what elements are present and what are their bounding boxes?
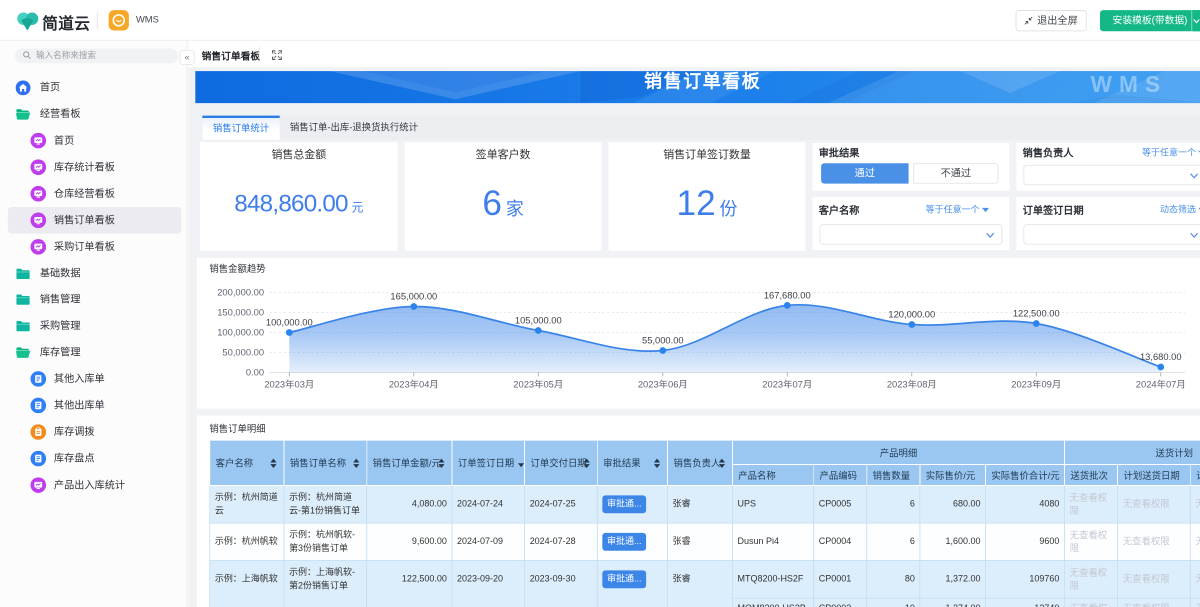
svg-text:200,000.00: 200,000.00 bbox=[217, 288, 264, 298]
svg-text:2023年04月: 2023年04月 bbox=[389, 378, 439, 389]
svg-text:55,000.00: 55,000.00 bbox=[642, 335, 684, 345]
svg-text:2023年07月: 2023年07月 bbox=[762, 378, 812, 389]
svg-text:2023年08月: 2023年08月 bbox=[887, 378, 937, 389]
svg-text:2023年03月: 2023年03月 bbox=[264, 378, 314, 389]
svg-text:105,000.00: 105,000.00 bbox=[515, 315, 562, 325]
svg-text:50,000.00: 50,000.00 bbox=[222, 348, 264, 358]
svg-text:0.00: 0.00 bbox=[246, 368, 264, 378]
svg-text:122,500.00: 122,500.00 bbox=[1013, 308, 1060, 318]
svg-text:2023年06月: 2023年06月 bbox=[638, 378, 688, 389]
svg-text:150,000.00: 150,000.00 bbox=[217, 308, 264, 318]
svg-text:2024年07月: 2024年07月 bbox=[1136, 378, 1186, 389]
svg-text:100,000.00: 100,000.00 bbox=[266, 317, 313, 327]
svg-text:2023年05月: 2023年05月 bbox=[513, 378, 563, 389]
svg-text:100,000.00: 100,000.00 bbox=[217, 328, 264, 338]
svg-text:167,680.00: 167,680.00 bbox=[764, 290, 811, 300]
svg-text:2023年09月: 2023年09月 bbox=[1011, 378, 1061, 389]
svg-text:13,680.00: 13,680.00 bbox=[1140, 352, 1182, 362]
svg-text:165,000.00: 165,000.00 bbox=[390, 291, 437, 301]
svg-text:120,000.00: 120,000.00 bbox=[888, 310, 935, 320]
